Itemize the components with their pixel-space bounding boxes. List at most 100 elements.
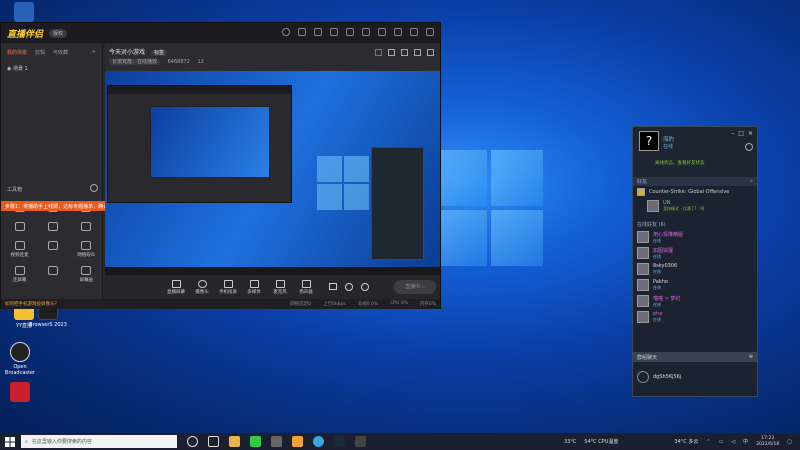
- windows-start-icon[interactable]: [5, 436, 15, 447]
- weather-widget[interactable]: 34°C 多云: [674, 438, 698, 445]
- cpu-temp[interactable]: 54°C CPU温度: [584, 438, 618, 445]
- chat-icon[interactable]: [414, 49, 421, 56]
- friend-row[interactable]: 如图狐狸 在线: [633, 245, 757, 261]
- search-icon: ⌕: [25, 438, 28, 445]
- speaker-button[interactable]: 扬声器: [293, 279, 319, 295]
- add-group-icon[interactable]: ⊕: [749, 354, 753, 360]
- tab-favorites[interactable]: 可收藏: [53, 49, 68, 56]
- notification-icon[interactable]: ▢: [787, 439, 792, 445]
- system-tray: 33°C 54°C CPU温度 34°C 多云 ⌃ ▭ ◁ 中 17:23 20…: [564, 436, 800, 448]
- fav-player-row[interactable]: UN 竞技模式 - 比赛 [7 : 9]: [633, 198, 757, 214]
- close-icon[interactable]: ×: [748, 130, 753, 137]
- settings-icon[interactable]: [361, 283, 369, 291]
- phone-cast-button[interactable]: 手机投屏: [215, 279, 241, 295]
- gift-box-icon[interactable]: [375, 49, 382, 56]
- minimize-icon[interactable]: –: [731, 130, 734, 137]
- lock-icon[interactable]: [388, 49, 395, 56]
- group-chat-header[interactable]: 群组聊天 ⊕: [633, 352, 757, 362]
- message-icon[interactable]: [346, 28, 354, 36]
- camera-button[interactable]: 摄像头: [189, 279, 215, 295]
- friend-row[interactable]: phe 在线: [633, 309, 757, 325]
- edge-icon[interactable]: [313, 436, 324, 447]
- tool-item[interactable]: 连屏幕: [3, 266, 36, 283]
- group-chat-item[interactable]: dgSh56j56j: [637, 371, 681, 383]
- tool-item[interactable]: 网络观众: [70, 241, 103, 258]
- tool-item[interactable]: [3, 222, 36, 233]
- scene-item[interactable]: ◉ 场景 1: [1, 62, 102, 75]
- app-red-icon: [10, 382, 30, 402]
- steam-gear-icon[interactable]: [745, 143, 753, 151]
- file-explorer-icon[interactable]: [229, 436, 240, 447]
- headset-icon[interactable]: [298, 28, 306, 36]
- cortana-icon[interactable]: [187, 436, 198, 447]
- taskbar-search-input[interactable]: ⌕ 在这里输入你要搜索的内容: [21, 435, 177, 448]
- share-icon[interactable]: [427, 49, 434, 56]
- app-gray-icon[interactable]: [271, 436, 282, 447]
- desktop-icon-app[interactable]: [0, 382, 40, 404]
- fav-game-row[interactable]: Counter-Strike: Global Offensive: [633, 186, 757, 198]
- media-button[interactable]: 多媒体: [241, 279, 267, 295]
- tab-scenes[interactable]: 我的场景: [7, 49, 27, 56]
- steam-game-text: 离线状态，查看好友状态: [655, 161, 705, 166]
- weather-temp[interactable]: 33°C: [564, 439, 576, 445]
- tools-settings-icon[interactable]: [90, 184, 98, 192]
- shirt-icon[interactable]: [362, 28, 370, 36]
- tool-item[interactable]: [36, 241, 69, 258]
- screen-capture-button[interactable]: 直播屏幕: [163, 279, 189, 295]
- tool-item[interactable]: [36, 266, 69, 283]
- tool-item[interactable]: 屏幕画: [70, 266, 103, 283]
- preview-badge[interactable]: 标签: [150, 50, 167, 56]
- avatar-icon[interactable]: [282, 28, 290, 36]
- gear-icon[interactable]: [330, 28, 338, 36]
- tray-chevron-icon[interactable]: ⌃: [706, 439, 710, 445]
- online-friends-header[interactable]: 在线好友 (6): [633, 220, 757, 229]
- tool-item[interactable]: 视频连麦: [3, 241, 36, 258]
- titlebar-controls: [282, 28, 434, 36]
- minimize-icon[interactable]: [394, 28, 402, 36]
- task-view-icon[interactable]: [208, 436, 219, 447]
- start-live-button[interactable]: 直播中...: [394, 280, 436, 294]
- clock-icon[interactable]: [345, 283, 353, 291]
- monitor-icon: [171, 279, 181, 288]
- ime-lang[interactable]: 中: [743, 438, 748, 445]
- tool-item[interactable]: [36, 222, 69, 233]
- friend-row[interactable]: 喵喵 > 梦幻 在线: [633, 293, 757, 309]
- steam-taskbar-icon[interactable]: [334, 436, 345, 447]
- tab-clips[interactable]: 剪辑: [35, 49, 45, 56]
- app-green-icon[interactable]: [250, 436, 261, 447]
- mic-button[interactable]: 麦克风: [267, 279, 293, 295]
- stream-preview[interactable]: [105, 71, 440, 275]
- stream-app-taskbar-icon[interactable]: [292, 436, 303, 447]
- menu-icon[interactable]: [378, 28, 386, 36]
- volume-icon[interactable]: ◁: [731, 439, 735, 445]
- tool-item[interactable]: [70, 222, 103, 233]
- steam-profile: ? 海豹 在线 离线状态，查看好友状态 – □ ×: [633, 127, 757, 177]
- taskbar-clock[interactable]: 17:23 2022/6/18: [756, 436, 779, 448]
- windows-taskbar: ⌕ 在这里输入你要搜索的内容 33°C 54°C CPU温度 34°C 多云 ⌃…: [0, 433, 800, 450]
- play-icon: [249, 279, 259, 288]
- tool-icon: [81, 222, 92, 231]
- close-icon[interactable]: [426, 28, 434, 36]
- friend-row[interactable]: 用心投降精版 在线: [633, 229, 757, 245]
- friend-row[interactable]: Pakho 在线: [633, 277, 757, 293]
- steam-username[interactable]: 海豹: [663, 135, 674, 143]
- status-tip[interactable]: 如何把手机游戏投屏像头?: [5, 301, 57, 307]
- friend-row[interactable]: 8sky0306 在线: [633, 261, 757, 277]
- add-scene-icon[interactable]: +: [92, 49, 96, 56]
- lock-icon-2[interactable]: [401, 49, 408, 56]
- maximize-icon[interactable]: □: [738, 130, 744, 137]
- network-icon[interactable]: ▭: [719, 439, 724, 445]
- preview-steam-window: [371, 147, 424, 260]
- search-icon[interactable]: ⌕: [750, 178, 753, 184]
- version-badge[interactable]: 版权: [49, 28, 68, 38]
- desktop-icon-top[interactable]: [4, 2, 44, 24]
- app-dark-icon[interactable]: [355, 436, 366, 447]
- maximize-icon[interactable]: [410, 28, 418, 36]
- desktop: YY直播 BrowserS 2023 Open Broadcaster 直播伴侣…: [0, 0, 800, 433]
- desktop-icon-obs[interactable]: Open Broadcaster: [0, 342, 40, 376]
- steam-avatar[interactable]: ?: [639, 131, 659, 151]
- record-icon[interactable]: [329, 283, 337, 290]
- friend-avatar: [637, 263, 649, 275]
- gift-icon[interactable]: [314, 28, 322, 36]
- left-tabs: 我的场景 剪辑 可收藏 +: [1, 43, 102, 62]
